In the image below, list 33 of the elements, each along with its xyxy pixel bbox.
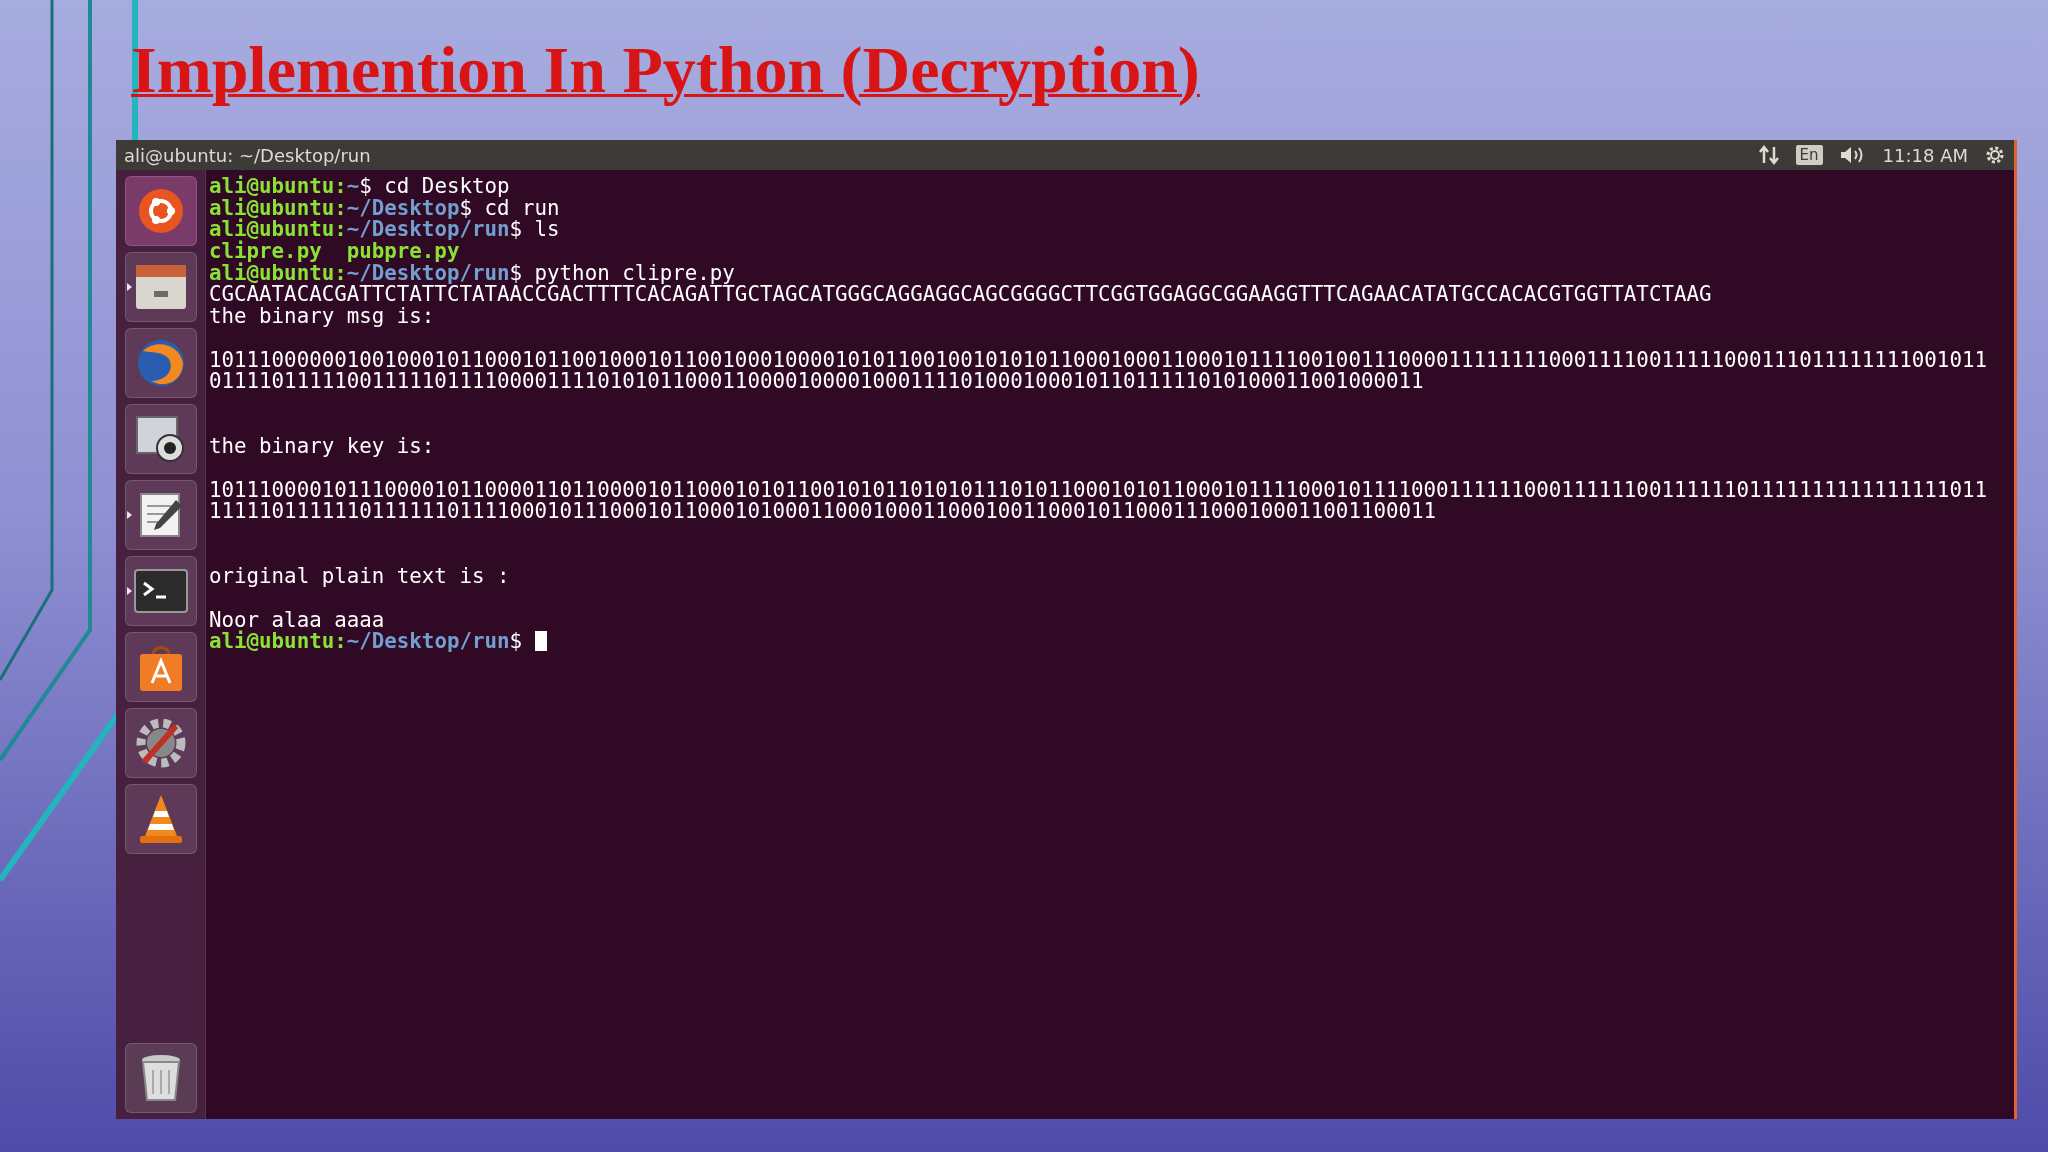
launcher-button[interactable]	[124, 784, 197, 854]
running-indicator-icon	[126, 511, 132, 519]
circle-logo-icon	[136, 187, 185, 235]
prompt-line: ali@ubuntu:~$ cd Desktop	[209, 176, 511, 198]
window-title: ali@ubuntu: ~/Desktop/run	[124, 144, 372, 166]
file-cabinet-icon	[133, 263, 188, 311]
network-arrows-icon[interactable]	[1757, 145, 1780, 165]
output-line: CGCAATACACGATTCTATTCTATAACCGACTTTTCACAGATTGCTAGCATGGGCAGGAGGCAGCGGGGCTTCGGTGGAGGCGGAAGGTTTCAGAACATATGCCACACGTGGTTATCTAAG	[209, 284, 1713, 307]
prompt-line: ali@ubuntu:~/Desktop/run$ ls	[209, 219, 561, 242]
prompt-line: ali@ubuntu:~/Desktop/run$ python clipre.py	[209, 262, 735, 285]
output-line: the binary msg is:	[209, 306, 436, 328]
clock[interactable]: 11:18 AM	[1882, 144, 1968, 166]
output-line: 11111011111101111110111100010111000101100010100011000100011000100110001011000111000100011001100011	[209, 501, 1438, 523]
launcher-button[interactable]	[124, 176, 197, 246]
keyboard-indicator[interactable]: En	[1795, 145, 1823, 165]
output-line: the binary key is:	[209, 436, 436, 458]
launcher-button[interactable]	[124, 1043, 197, 1113]
prompt-line: ali@ubuntu:~/Desktop$ cd run	[209, 197, 561, 220]
output-line: 0111101111100111110111100001111010101100011000010000100011110100010001011011111010100011001000011	[209, 371, 1425, 393]
output-line: 1011100000010010001011000101100100010110010001000010101100100101010110001000110001011110010011100001111111100011110011111000111011111111001011	[209, 349, 1988, 372]
settings-icon[interactable]	[1984, 144, 2006, 166]
launcher-button[interactable]	[124, 556, 197, 626]
prompt-line: ali@ubuntu:~/Desktop/run$	[209, 631, 2014, 654]
launcher-button[interactable]	[124, 480, 197, 550]
running-indicator-icon	[126, 283, 132, 291]
launcher-button[interactable]	[124, 708, 197, 778]
output-line: original plain text is :	[209, 566, 511, 589]
launcher-button[interactable]	[124, 404, 197, 474]
terminal-icon	[133, 569, 188, 613]
output-line: 1011100001011100001011000011011000010110001010110010101101010111010110001010110001011110001011110001111110001111110011111101111111111111111011	[209, 479, 1988, 502]
launcher-button[interactable]	[124, 252, 197, 322]
launcher-button[interactable]	[124, 632, 197, 702]
file-listing: clipre.py pubpre.py	[209, 241, 460, 263]
